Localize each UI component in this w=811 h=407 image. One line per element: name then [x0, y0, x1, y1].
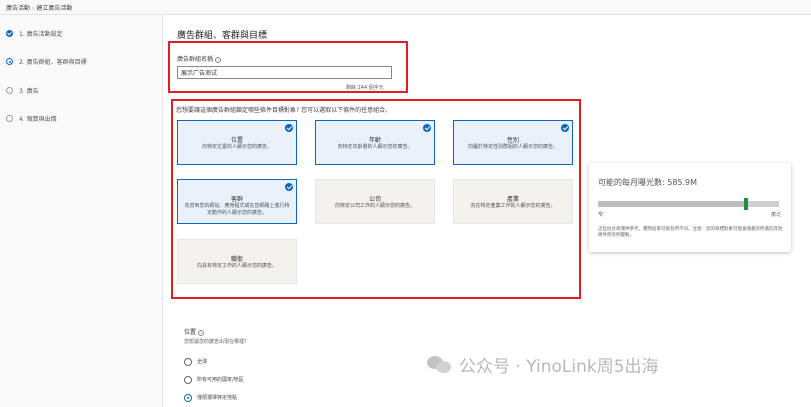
- info-icon[interactable]: i: [198, 329, 205, 336]
- location-option-all-countries[interactable]: 所有可用的國家/地區: [184, 375, 244, 384]
- step-budget-bidding[interactable]: 4. 預算與出價: [6, 113, 57, 123]
- step-label: 2. 廣告群組、客群與目標: [19, 58, 87, 66]
- breadcrumb-separator: ›: [32, 5, 35, 12]
- step-label: 3. 廣告: [19, 87, 39, 95]
- step-pending-icon: [6, 114, 13, 122]
- card-description: 向特定年齡層的人顯示您的廣告。: [337, 144, 413, 150]
- step-ads[interactable]: 3. 廣告: [6, 85, 39, 95]
- audience-estimate-title: 可能的每月曝光數: 585.9M: [598, 178, 698, 187]
- radio-button[interactable]: [184, 357, 192, 366]
- location-section-title: 位置 i: [184, 327, 205, 336]
- card-description: 向屬於特定性別群組的人顯示您的廣告。: [467, 144, 558, 150]
- ad-group-name-label: 廣告群組名稱 i: [177, 54, 222, 63]
- step-done-check-icon: [6, 29, 13, 37]
- ad-group-name-input[interactable]: [177, 66, 392, 79]
- checkmark-icon: [423, 124, 431, 132]
- target-card-location[interactable]: 位置 向特定位置的人顯示您的廣告。: [177, 120, 297, 165]
- ad-group-name-label-text: 廣告群組名稱: [177, 56, 214, 63]
- breadcrumb-current: 建立廣告活動: [36, 5, 73, 12]
- top-bar: 廣告活動 › 建立廣告活動: [0, 0, 811, 15]
- location-option-worldwide[interactable]: 全球: [184, 357, 207, 366]
- location-option-specific[interactable]: 僅限選擇特定地點: [184, 393, 237, 402]
- audience-size-bar: [598, 198, 779, 210]
- char-count: 剩餘 244 個字元: [346, 85, 384, 91]
- card-description: 向具有特定工作的人顯示您的廣告。: [196, 263, 277, 269]
- checkmark-icon: [561, 124, 569, 132]
- audience-estimate-note: 這些估計值僅供參考，實際結果可能有所不同。注意：您的目標對象可能會隨著您所選的其…: [598, 227, 783, 238]
- card-description: 向在特定產業工作的人顯示您的廣告。: [470, 203, 556, 209]
- radio-button[interactable]: [184, 375, 192, 384]
- radio-label: 所有可用的國家/地區: [197, 377, 244, 383]
- radio-button[interactable]: [184, 393, 192, 402]
- location-subtitle: 您想讓您的廣告出現在哪裡?: [184, 339, 247, 345]
- checkmark-icon: [285, 183, 293, 191]
- radio-label: 僅限選擇特定地點: [197, 395, 238, 401]
- campaign-builder-page: 廣告活動 › 建立廣告活動 1. 廣告活動設定 2. 廣告群組、客群與目標 3. 廣…: [0, 0, 811, 407]
- card-title: 年齡: [368, 137, 381, 144]
- card-description: 向特定位置的人顯示您的廣告。: [201, 144, 272, 150]
- target-card-company[interactable]: 公司 向特定公司工作的人顯示您的廣告。: [315, 179, 435, 224]
- card-title: 公司: [368, 196, 381, 203]
- card-title: 性別: [506, 137, 519, 144]
- breadcrumb-parent-link[interactable]: 廣告活動: [6, 5, 30, 12]
- step-label: 4. 預算與出價: [19, 115, 57, 123]
- watermark-text: 公众号 · YinoLink周5出海: [459, 356, 659, 377]
- card-description: 向曾到您的網站、應用程式或在您網路上進行特定動作的人顯示您的廣告。: [184, 203, 290, 216]
- audience-estimate-panel: 可能的每月曝光數: 585.9M 窄 廣泛 這些估計值僅供參考，實際結果可能有所…: [589, 163, 791, 252]
- card-title: 位置: [230, 137, 243, 144]
- watermark: 公众号 · YinoLink周5出海: [427, 350, 659, 378]
- step-current-icon: [6, 57, 13, 65]
- audience-size-fill: [598, 201, 746, 207]
- checkmark-icon: [285, 124, 293, 132]
- breadcrumb: 廣告活動 › 建立廣告活動: [6, 3, 72, 12]
- wechat-logo-icon: [427, 354, 453, 374]
- card-title: 職銜: [230, 256, 243, 263]
- target-card-gender[interactable]: 性別 向屬於特定性別群組的人顯示您的廣告。: [453, 120, 573, 165]
- targeting-question: 您想要讓這個廣告群組鎖定哪些條件目標對象? 您可以選取以下條件的任意組合。: [176, 107, 392, 114]
- card-title: 客群: [230, 196, 243, 203]
- step-ad-group[interactable]: 2. 廣告群組、客群與目標: [6, 56, 87, 66]
- step-pending-icon: [6, 86, 13, 94]
- card-title: 產業: [506, 196, 519, 203]
- section-title: 廣告群組、客群與目標: [177, 31, 268, 41]
- target-card-job-title[interactable]: 職銜 向具有特定工作的人顯示您的廣告。: [177, 239, 297, 284]
- target-card-age[interactable]: 年齡 向特定年齡層的人顯示您的廣告。: [315, 120, 435, 165]
- steps-sidebar: 1. 廣告活動設定 2. 廣告群組、客群與目標 3. 廣告 4. 預算與出價: [0, 15, 163, 407]
- audience-broad-label: 廣泛: [770, 212, 781, 218]
- step-campaign-settings[interactable]: 1. 廣告活動設定: [6, 28, 63, 38]
- audience-narrow-label: 窄: [598, 212, 604, 218]
- radio-label: 全球: [197, 359, 208, 365]
- step-label: 1. 廣告活動設定: [19, 30, 63, 38]
- target-card-audience[interactable]: 客群 向曾到您的網站、應用程式或在您網路上進行特定動作的人顯示您的廣告。: [177, 179, 297, 224]
- card-description: 向特定公司工作的人顯示您的廣告。: [334, 203, 415, 209]
- info-icon[interactable]: i: [215, 56, 222, 63]
- audience-size-marker: [744, 198, 748, 210]
- location-title-text: 位置: [184, 329, 197, 336]
- target-card-industry[interactable]: 產業 向在特定產業工作的人顯示您的廣告。: [453, 179, 573, 224]
